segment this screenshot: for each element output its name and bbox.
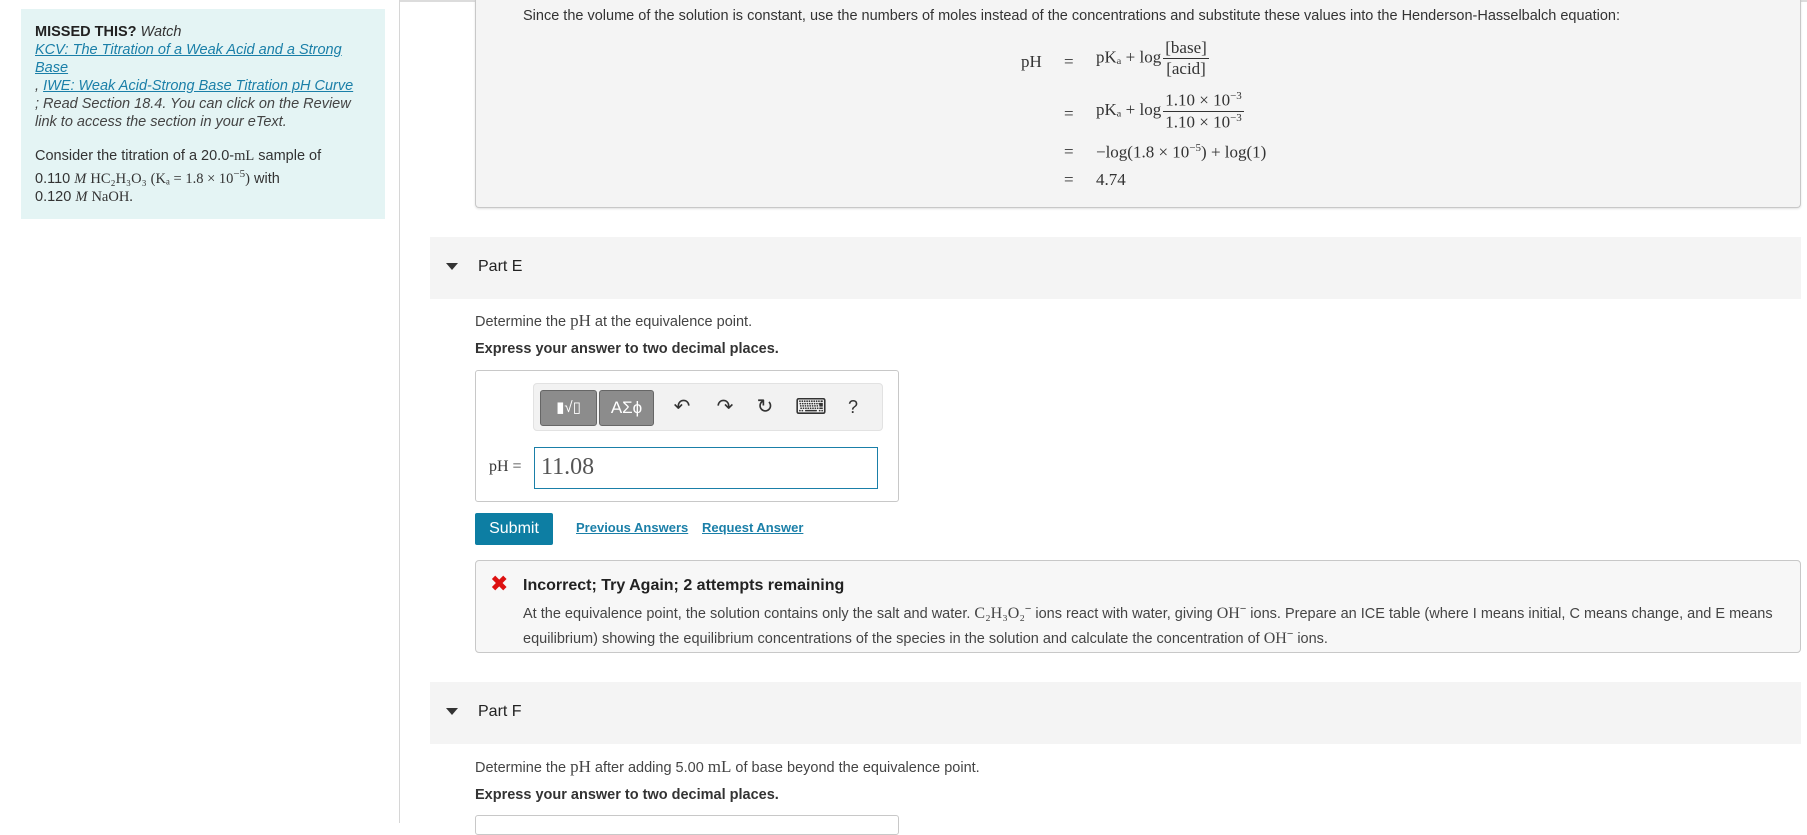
collapse-caret-icon[interactable]	[446, 263, 458, 270]
f-question-pre: Determine the	[475, 760, 571, 776]
part-f-instruction: Express your answer to two decimal place…	[475, 787, 779, 803]
feedback-title: Incorrect; Try Again; 2 attempts remaini…	[523, 577, 845, 594]
part-e-header[interactable]: Part E	[430, 237, 1801, 299]
molar-symbol: M	[75, 188, 88, 205]
fb-hydroxide-ion-2: OH	[1263, 629, 1287, 647]
feedback-text: At the equivalence point, the solution c…	[523, 599, 1785, 649]
eq2-numerator: 1.10 × 10−3	[1163, 90, 1244, 112]
eq3-text-a: −log(1.8 × 10	[1096, 142, 1190, 162]
ka-expression: (Kₐ = 1.8 × 10−5)	[150, 168, 250, 187]
eq3-exp: −5	[1189, 142, 1202, 154]
eq2-num-exp: −3	[1230, 90, 1242, 102]
fb-text-1: At the equivalence point, the solution c…	[523, 605, 975, 622]
missed-line: MISSED THIS? Watch	[35, 23, 371, 41]
eq-sign-3: =	[1064, 142, 1074, 161]
fb-hydroxide-ion: OH	[1216, 604, 1240, 622]
f-question-ph: pH	[570, 757, 591, 776]
eq2-den-text: 1.10 × 10	[1165, 112, 1231, 132]
part-f-header[interactable]: Part F	[430, 682, 1801, 744]
math-toolbar: ▮√▯ ΑΣϕ ↶ ↷ ↻ ⌨ ?	[533, 383, 883, 431]
undo-icon[interactable]: ↶	[670, 395, 694, 419]
problem-unit: mL	[234, 148, 255, 164]
previous-answers-link[interactable]: Previous Answers	[576, 520, 688, 535]
eq2-denominator: 1.10 × 10−3	[1163, 112, 1244, 133]
part-f-question: Determine the pH after adding 5.00 mL of…	[475, 757, 980, 777]
eq-sign-1: =	[1064, 52, 1074, 71]
eq1-prefix: pKₐ + log	[1096, 47, 1162, 67]
link-separator: ,	[35, 78, 40, 94]
part-f-answer-box	[475, 815, 899, 835]
eq2-prefix: pKₐ + log	[1096, 100, 1162, 120]
part-e-question: Determine the pH at the equivalence poin…	[475, 311, 752, 331]
feedback-box: ✖ Incorrect; Try Again; 2 attempts remai…	[475, 560, 1801, 653]
fb-text-2: ions react with water, giving	[1031, 605, 1217, 622]
eq2-fraction: 1.10 × 10−3 1.10 × 10−3	[1163, 90, 1244, 132]
keyboard-icon[interactable]: ⌨	[795, 395, 827, 419]
reset-icon[interactable]: ↻	[753, 395, 777, 419]
problem-text-pre: Consider the titration of a 20.0-	[35, 148, 235, 164]
acid-formula: HC₂H₃O₃	[90, 170, 147, 187]
collapse-caret-icon[interactable]	[446, 708, 458, 715]
solution-text: Since the volume of the solution is cons…	[523, 8, 1621, 24]
submit-button[interactable]: Submit	[475, 513, 553, 545]
base-concentration: 0.120	[35, 188, 72, 205]
answer-box: ▮√▯ ΑΣϕ ↶ ↷ ↻ ⌨ ? pH = 11.08	[475, 370, 899, 502]
answer-label: pH =	[489, 458, 522, 475]
ka-text: (Kₐ = 1.8 × 10	[150, 170, 234, 187]
molar-symbol: M	[74, 170, 87, 187]
missed-label: MISSED THIS?	[35, 24, 137, 40]
answer-input[interactable]: 11.08	[534, 447, 878, 489]
watch-label: Watch	[140, 24, 182, 40]
eq2-num-text: 1.10 × 10	[1165, 90, 1231, 110]
greek-symbols-button[interactable]: ΑΣϕ	[599, 390, 654, 426]
eq-sign-4: =	[1064, 170, 1074, 189]
kcv-link[interactable]: KCV: The Titration of a Weak Acid and a …	[35, 42, 342, 76]
f-question-post: of base beyond the equivalence point.	[731, 760, 980, 776]
redo-icon[interactable]: ↷	[713, 395, 737, 419]
eq3-text-b: ) + log(1)	[1201, 142, 1267, 162]
eq-line-3: −log(1.8 × 10−5) + log(1)	[1096, 142, 1266, 163]
solution-box: Since the volume of the solution is cons…	[475, 0, 1801, 208]
base-formula: NaOH.	[91, 188, 133, 205]
part-f-title: Part F	[478, 703, 522, 720]
eq1-numerator: [base]	[1163, 38, 1209, 59]
eq1-denominator: [acid]	[1166, 59, 1206, 78]
hint-sidebar: MISSED THIS? Watch KCV: The Titration of…	[21, 9, 385, 219]
ka-exponent: −5	[233, 168, 246, 180]
f-question-unit: mL	[707, 757, 732, 776]
f-question-mid: after adding 5.00	[590, 760, 708, 776]
read-section-text: ; Read Section 18.4. You can click on th…	[35, 96, 351, 130]
question-ph: pH	[570, 311, 591, 330]
eq-lhs: pH	[1021, 52, 1042, 71]
eq-line-1: pKₐ + log [base] [acid]	[1096, 38, 1209, 79]
eq-sign-2: =	[1064, 104, 1074, 123]
templates-button[interactable]: ▮√▯	[540, 390, 597, 426]
iwe-link[interactable]: IWE: Weak Acid-Strong Base Titration pH …	[43, 78, 353, 94]
question-post: at the equivalence point.	[590, 314, 753, 330]
problem-text-mid: sample of	[254, 148, 322, 164]
eq-line-4: 4.74	[1096, 170, 1126, 189]
question-pre: Determine the	[475, 314, 571, 330]
problem-statement: Consider the titration of a 20.0-mL samp…	[35, 147, 371, 206]
eq2-den-exp: −3	[1230, 111, 1242, 124]
fb-text-4: ions.	[1293, 630, 1328, 647]
acid-concentration: 0.110	[35, 170, 71, 187]
part-e-instruction: Express your answer to two decimal place…	[475, 341, 779, 357]
with-text: with	[249, 170, 280, 187]
column-divider	[399, 0, 400, 823]
part-e-title: Part E	[478, 258, 523, 275]
eq1-fraction: [base] [acid]	[1163, 38, 1209, 79]
help-icon[interactable]: ?	[841, 395, 865, 419]
request-answer-link[interactable]: Request Answer	[702, 520, 803, 535]
fb-acetate-ion: C₂H₃O₂	[974, 604, 1025, 622]
incorrect-icon: ✖	[490, 571, 509, 596]
eq-line-2: pKₐ + log 1.10 × 10−3 1.10 × 10−3	[1096, 90, 1244, 132]
